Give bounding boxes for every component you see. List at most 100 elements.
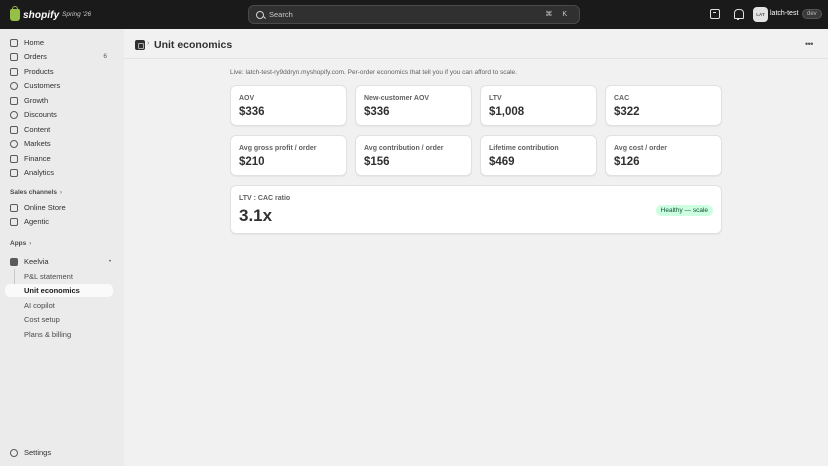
ratio-value: 3.1x — [239, 206, 273, 225]
sidebar-item-label: Orders — [24, 52, 47, 61]
online-store-icon — [10, 203, 18, 212]
env-badge: dev — [802, 9, 822, 19]
top-bar: shopify Spring '26 Search ⌘ K LAT latch-… — [0, 0, 828, 29]
sidebar-item-label: Products — [24, 67, 54, 76]
growth-icon — [10, 96, 18, 105]
sidebar-item-growth[interactable]: Growth — [5, 94, 113, 107]
store-name[interactable]: latch-test — [770, 10, 798, 17]
sidebar-item-label: Cost setup — [24, 315, 60, 324]
shopify-logo[interactable]: shopify — [10, 6, 60, 22]
app-pin-icon[interactable]: • — [109, 259, 111, 265]
metric-label: Avg contribution / order — [364, 145, 444, 152]
sidebar-item-label: Content — [24, 125, 51, 134]
sidebar-item-label: Growth — [24, 96, 49, 105]
finance-icon — [10, 154, 18, 163]
chevron-right-icon: › — [59, 189, 62, 196]
search-placeholder: Search — [269, 10, 293, 19]
sidebar-item-label: Agentic — [24, 217, 50, 226]
more-actions-icon[interactable]: ••• — [805, 39, 813, 49]
apps-heading[interactable]: Apps › — [10, 240, 31, 247]
agentic-icon — [10, 217, 18, 226]
sidebar-item-label: Keelvia — [24, 257, 49, 266]
main-content: › Unit economics ••• Live: latch-test-ry… — [124, 29, 828, 466]
shop-icon[interactable] — [710, 9, 720, 19]
search-shortcut: ⌘ K — [545, 11, 571, 18]
sidebar-item-label: Settings — [24, 448, 52, 457]
products-icon — [10, 67, 18, 76]
metric-label: Avg cost / order — [614, 145, 668, 152]
notifications-bell-icon[interactable] — [733, 9, 744, 20]
sidebar-item-customers[interactable]: Customers — [5, 79, 113, 92]
sidebar-item-home[interactable]: Home — [5, 36, 113, 49]
store-avatar[interactable]: LAT — [753, 7, 768, 22]
markets-globe-icon — [10, 139, 18, 148]
sidebar-item-label: Unit economics — [24, 286, 80, 295]
orders-icon — [10, 52, 18, 61]
sidebar-item-label: Plans & billing — [24, 330, 72, 339]
sidebar-item-orders[interactable]: Orders 6 — [5, 50, 113, 63]
section-heading-label: Apps — [10, 240, 27, 247]
metric-value: $336 — [239, 106, 265, 118]
metric-label: CAC — [614, 95, 630, 102]
metric-card-lifetime-contribution: Lifetime contribution $469 — [480, 135, 597, 176]
search-input[interactable]: Search ⌘ K — [248, 5, 580, 24]
sidebar-item-content[interactable]: Content — [5, 123, 113, 136]
status-badge: Healthy — scale — [655, 205, 713, 216]
sidebar-item-markets[interactable]: Markets — [5, 137, 113, 150]
sidebar-item-pl-statement[interactable]: P&L statement — [5, 270, 113, 283]
sales-channels-heading[interactable]: Sales channels › — [10, 189, 62, 196]
section-heading-label: Sales channels — [10, 189, 57, 196]
customers-icon — [10, 81, 18, 90]
page-header: › Unit economics ••• — [124, 29, 828, 59]
sidebar-item-agentic[interactable]: Agentic — [5, 215, 113, 228]
discounts-icon — [10, 110, 18, 119]
sidebar-item-ai-copilot[interactable]: AI copilot — [5, 299, 113, 312]
sidebar-item-analytics[interactable]: Analytics — [5, 166, 113, 179]
keelvia-app-icon — [10, 257, 18, 266]
sidebar-item-discounts[interactable]: Discounts — [5, 108, 113, 121]
metric-label: Avg gross profit / order — [239, 145, 317, 152]
metric-card-aov: AOV $336 — [230, 85, 347, 126]
chevron-right-icon: › — [29, 240, 32, 247]
metric-label: Lifetime contribution — [489, 145, 559, 152]
metric-value: $156 — [364, 156, 390, 168]
analytics-icon — [10, 168, 18, 177]
metric-value: $210 — [239, 156, 265, 168]
sidebar-item-unit-economics[interactable]: Unit economics — [5, 284, 113, 297]
sidebar-item-settings[interactable]: Settings — [5, 446, 113, 459]
sidebar-item-label: Markets — [24, 139, 51, 148]
sidebar-item-products[interactable]: Products — [5, 65, 113, 78]
metric-value: $336 — [364, 106, 390, 118]
shopify-bag-icon — [10, 6, 20, 21]
ltv-cac-ratio-card: LTV : CAC ratio 3.1x Healthy — scale — [230, 185, 722, 234]
sidebar-item-label: Home — [24, 38, 45, 47]
sidebar-item-label: Discounts — [24, 110, 57, 119]
metric-value: $126 — [614, 156, 640, 168]
sidebar-item-online-store[interactable]: Online Store — [5, 201, 113, 214]
page-subtitle: Live: latch-test-ry9ddryn.myshopify.com.… — [230, 69, 517, 76]
metric-value: $1,008 — [489, 106, 525, 118]
sidebar-item-keelvia[interactable]: Keelvia • — [5, 255, 113, 268]
home-icon — [10, 38, 18, 47]
sidebar: Home Orders 6 Products Customers Growth … — [0, 29, 124, 466]
edition-label: Spring '26 — [62, 11, 92, 18]
page-title: Unit economics — [154, 39, 233, 51]
metric-card-avg-cost: Avg cost / order $126 — [605, 135, 722, 176]
sidebar-item-label: Online Store — [24, 203, 66, 212]
gear-icon — [10, 448, 18, 457]
sidebar-item-label: Customers — [24, 81, 61, 90]
metric-label: New-customer AOV — [364, 95, 430, 102]
sidebar-item-label: Finance — [24, 154, 51, 163]
sidebar-item-finance[interactable]: Finance — [5, 152, 113, 165]
orders-count-badge: 6 — [103, 53, 107, 60]
metric-card-ltv: LTV $1,008 — [480, 85, 597, 126]
metric-label: LTV — [489, 95, 502, 102]
sidebar-item-plans-billing[interactable]: Plans & billing — [5, 328, 113, 341]
search-icon — [256, 10, 264, 19]
metric-card-avg-gross-profit: Avg gross profit / order $210 — [230, 135, 347, 176]
sidebar-item-cost-setup[interactable]: Cost setup — [5, 313, 113, 326]
keelvia-app-icon[interactable] — [135, 40, 145, 50]
sidebar-item-label: AI copilot — [24, 301, 55, 310]
logo-text: shopify — [23, 9, 60, 21]
content-icon — [10, 125, 18, 134]
